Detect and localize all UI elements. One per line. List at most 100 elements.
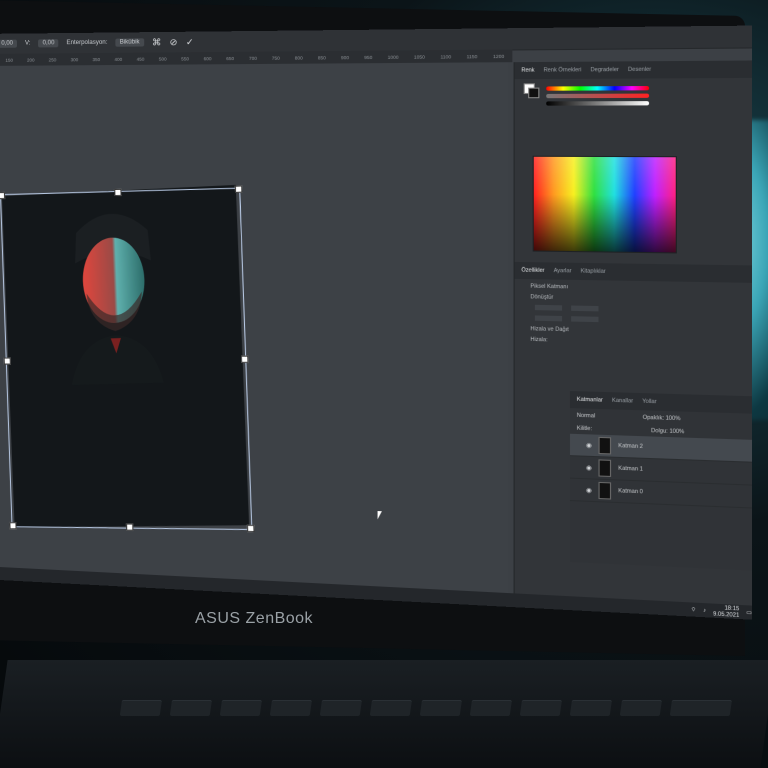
tab-properties[interactable]: Özellikler: [521, 267, 544, 274]
transform-section-title: Dönüştür: [530, 294, 554, 301]
ruler-tick: 1150: [466, 53, 478, 59]
notification-icon[interactable]: ▭: [746, 610, 752, 617]
background-swatch[interactable]: [528, 87, 540, 99]
v-field[interactable]: 0,00: [38, 39, 59, 48]
ruler-tick: 550: [181, 55, 190, 61]
blend-mode-select[interactable]: Normal: [577, 413, 595, 420]
brightness-slider[interactable]: [546, 101, 650, 106]
saturation-slider[interactable]: [546, 93, 650, 99]
photoshop-window: Y: 0,00 V: 0,00 Enterpolasyon: Bikübik ⌘…: [0, 25, 752, 620]
opacity-label: Opaklık:: [642, 414, 664, 422]
ruler-tick: 1100: [440, 53, 452, 60]
warp-icon[interactable]: ⌘: [152, 37, 161, 48]
layer-thumbnail: [598, 481, 612, 500]
eye-icon[interactable]: ◉: [586, 441, 592, 449]
tab-libraries[interactable]: Kitaplıklar: [581, 268, 606, 275]
v-label: V:: [25, 40, 31, 47]
fill-label: Dolgu:: [651, 427, 668, 435]
ruler-tick: 150: [5, 57, 13, 63]
transform-handle-tr[interactable]: [234, 185, 243, 193]
tab-channels[interactable]: Kanallar: [612, 398, 633, 405]
fill-field[interactable]: 100%: [669, 428, 684, 435]
layer-thumbnail: [598, 459, 612, 478]
laptop-bezel: Y: 0,00 V: 0,00 Enterpolasyon: Bikübik ⌘…: [0, 0, 752, 657]
ruler-tick: 900: [340, 54, 350, 60]
tab-paths[interactable]: Yollar: [642, 398, 656, 405]
layers-panel: Katmanlar Kanallar Yollar Normal Opaklık…: [569, 390, 752, 572]
align-section-title: Hizala ve Dağıt: [530, 325, 569, 334]
properties-tabs: Özellikler Ayarlar Kitaplıklar: [514, 261, 752, 283]
volume-icon[interactable]: ♪: [703, 607, 706, 614]
hue-slider[interactable]: [546, 86, 650, 91]
x-field[interactable]: [571, 305, 599, 312]
commit-check-icon[interactable]: ✓: [186, 36, 194, 47]
ruler-tick: 600: [203, 55, 212, 61]
color-sliders: [546, 83, 650, 109]
y-pos-field[interactable]: [571, 316, 599, 323]
ruler-tick: 350: [92, 56, 101, 62]
tab-layers[interactable]: Katmanlar: [577, 397, 603, 404]
opacity-field[interactable]: 100%: [666, 415, 681, 422]
transform-fields: [530, 304, 752, 316]
ruler-tick: 1050: [413, 53, 425, 60]
keyboard-key: [119, 700, 162, 716]
keyboard-key: [219, 700, 262, 716]
width-field[interactable]: [534, 304, 563, 311]
tab-adjustments[interactable]: Ayarlar: [554, 268, 572, 275]
keyboard-key: [169, 700, 212, 716]
ruler-tick: 700: [248, 55, 257, 61]
transform-fields-2: [530, 315, 752, 326]
keyboard-key: [569, 700, 612, 716]
ruler-tick: 200: [27, 57, 35, 63]
layer-name: Katman 0: [618, 488, 643, 496]
ruler-tick: 300: [70, 56, 79, 62]
eye-icon[interactable]: ◉: [586, 486, 592, 494]
height-field[interactable]: [534, 315, 563, 322]
transform-handle-br[interactable]: [246, 524, 255, 533]
tab-swatches[interactable]: Renk Örnekleri: [544, 67, 582, 74]
transform-handle-tm[interactable]: [114, 188, 122, 197]
ruler-tick: 1000: [387, 54, 399, 60]
tab-color[interactable]: Renk: [521, 67, 534, 73]
laptop-keyboard: [0, 660, 768, 768]
ruler-tick: 450: [136, 56, 145, 62]
ruler-tick: 400: [114, 56, 123, 62]
eye-icon[interactable]: ◉: [586, 464, 592, 472]
taskbar-clock[interactable]: 18:15 9.05.2021: [713, 605, 739, 619]
cancel-icon[interactable]: ⊘: [170, 36, 178, 47]
interp-select[interactable]: Bikübik: [115, 38, 144, 47]
transform-bounding-box[interactable]: [0, 185, 255, 533]
ruler-tick: 800: [294, 54, 303, 61]
canvas-area[interactable]: [0, 62, 508, 594]
align-label: Hizala:: [530, 336, 548, 344]
keyboard-key: [369, 700, 412, 716]
ruler-tick: 750: [271, 55, 280, 61]
ruler-tick: 500: [158, 55, 167, 62]
tab-gradients[interactable]: Degradeler: [591, 67, 619, 74]
layer-name: Katman 1: [618, 465, 643, 473]
pixel-layer-label: Piksel Katmanı: [530, 283, 569, 291]
keyboard-key: [269, 700, 312, 716]
y-field[interactable]: 0,00: [0, 39, 17, 48]
transform-handle-bl[interactable]: [9, 522, 17, 530]
layer-thumbnail: [598, 436, 612, 455]
transform-handle-tl[interactable]: [0, 192, 6, 200]
transform-handle-bm[interactable]: [126, 523, 134, 531]
ruler-tick: 850: [317, 54, 326, 60]
keyboard-key: [619, 700, 662, 716]
color-spectrum[interactable]: [532, 155, 677, 254]
color-tabs: Renk Renk Örnekleri Degradeler Desenler: [514, 60, 752, 80]
layer-name: Katman 2: [618, 442, 643, 451]
lock-label: Kilitle:: [576, 425, 593, 433]
fg-bg-swatches[interactable]: [523, 83, 540, 99]
keyboard-key: [419, 700, 462, 716]
transform-handle-mr[interactable]: [240, 355, 249, 363]
keyboard-key: [669, 700, 732, 716]
wifi-icon[interactable]: ⌔: [691, 607, 696, 614]
transform-handle-ml[interactable]: [3, 357, 11, 365]
ruler-tick: 1200: [493, 53, 505, 59]
keyboard-key: [519, 700, 562, 716]
tab-patterns[interactable]: Desenler: [628, 67, 651, 74]
laptop-brand-logo: ASUS ZenBook: [195, 610, 314, 627]
ruler-tick: 650: [226, 55, 235, 61]
